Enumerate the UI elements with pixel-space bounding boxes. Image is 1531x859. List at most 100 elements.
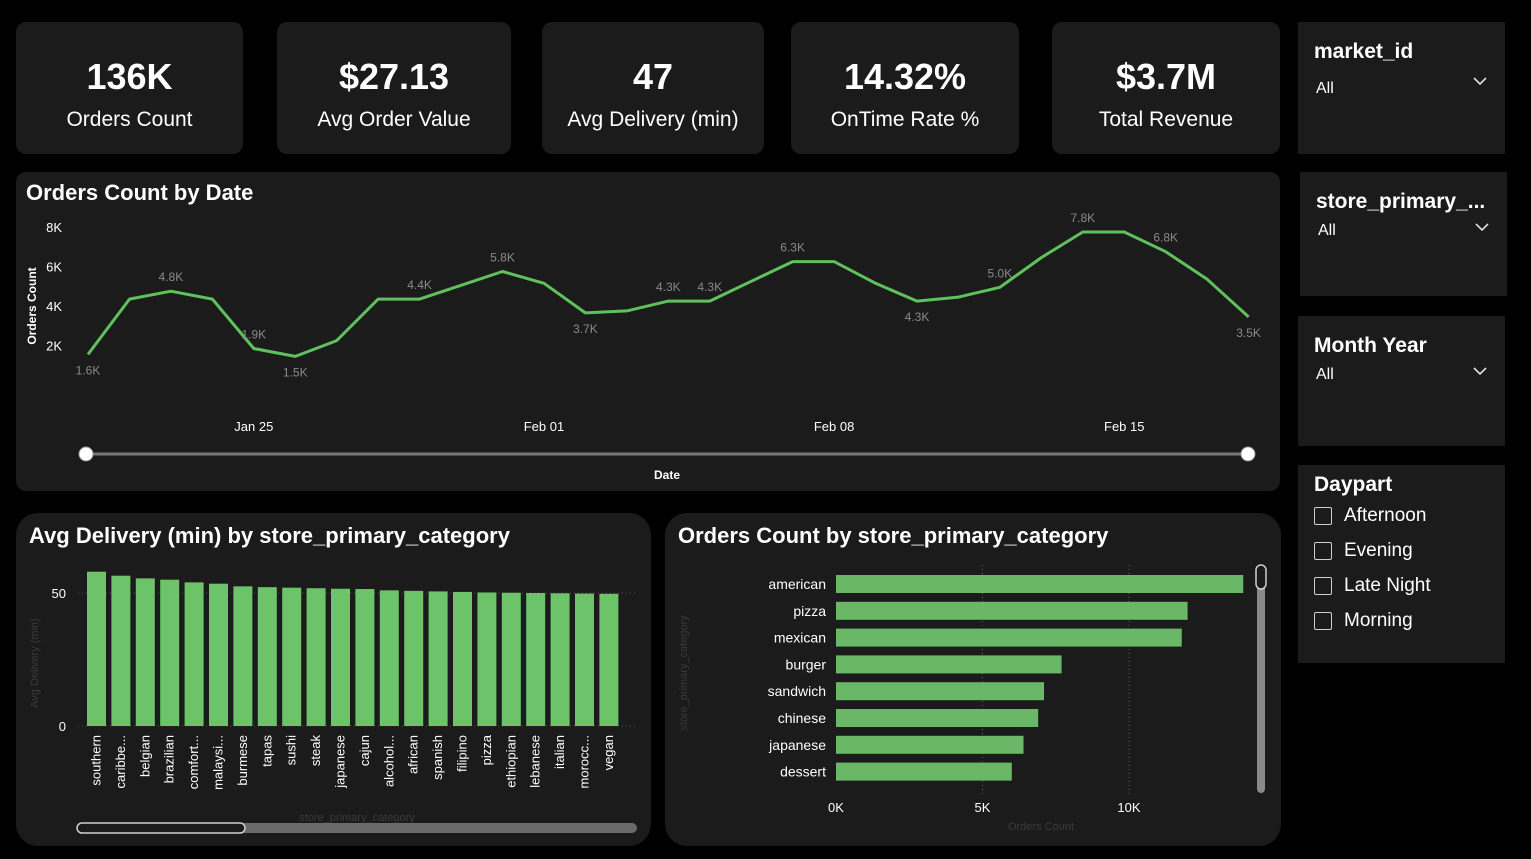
bar-sushi — [282, 587, 302, 726]
x-axis-title: Date — [654, 468, 680, 482]
bar-vegan — [599, 593, 619, 726]
bar-alcohol — [379, 590, 399, 726]
data-label: 1.6K — [76, 363, 101, 377]
bar-caribbe — [111, 575, 131, 726]
checkbox-icon[interactable] — [1314, 577, 1332, 595]
chevron-down-icon — [1473, 367, 1487, 376]
checkbox-label: Morning — [1344, 610, 1413, 631]
kpi-label: Avg Order Value — [317, 108, 471, 131]
x-tick-label: sushi — [284, 735, 299, 765]
x-tick-label: belgian — [137, 735, 152, 777]
slicer-dropdown[interactable]: All — [1300, 220, 1507, 260]
y-tick-label: 0 — [59, 719, 66, 734]
y-tick-label: 2K — [46, 339, 62, 354]
x-tick-label: ethiopian — [503, 735, 518, 788]
data-label: 4.8K — [159, 270, 184, 284]
x-tick-label: morocc... — [577, 735, 592, 788]
x-tick-label: cajun — [357, 735, 372, 766]
kpi-label: Orders Count — [66, 108, 193, 131]
bar-mexican — [836, 628, 1182, 647]
checkbox-evening[interactable]: Evening — [1314, 540, 1413, 562]
slicer-market-id: market_id All — [1298, 22, 1505, 154]
kpi-label: Total Revenue — [1098, 108, 1234, 131]
bar-chinese — [836, 709, 1039, 727]
data-label: 1.5K — [283, 365, 308, 379]
y-tick-label: 8K — [46, 220, 62, 235]
checkbox-label: Afternoon — [1344, 505, 1427, 526]
bar-japanese — [331, 588, 350, 726]
avg-delivery-by-category-chart: Avg Delivery (min) store_primary_categor… — [29, 571, 638, 834]
data-label: 4.3K — [697, 280, 722, 294]
orders-by-category-panel: Orders Count by store_primary_category s… — [665, 513, 1281, 846]
bar-brazilian — [160, 579, 180, 726]
bar-italian — [550, 593, 570, 726]
x-tick-label: african — [406, 735, 421, 774]
bar-sandwich — [836, 682, 1045, 701]
bar-burmese — [233, 586, 253, 726]
slicer-title: Daypart — [1314, 473, 1393, 496]
x-axis-title: Orders Count — [1008, 821, 1074, 833]
slicer-month-year: Month Year All — [1298, 316, 1505, 446]
bar-spanish — [428, 591, 448, 726]
x-tick-label: southern — [89, 735, 104, 786]
slicer-selected-value: All — [1318, 222, 1336, 239]
kpi-value: $27.13 — [338, 56, 450, 97]
bar-belgian — [135, 578, 155, 726]
date-range-slider-end-handle[interactable] — [1240, 446, 1256, 462]
y-tick-label: chinese — [778, 710, 826, 726]
checkbox-afternoon[interactable]: Afternoon — [1314, 505, 1426, 527]
checkbox-label: Late Night — [1344, 575, 1431, 596]
data-label: 4.4K — [407, 278, 432, 292]
chevron-down-icon — [1475, 223, 1489, 232]
slicer-dropdown[interactable]: All — [1298, 70, 1505, 110]
bar-dessert — [836, 762, 1012, 781]
orders-by-date-chart: Orders Count Date 8K 6K 4K 2K Jan 25 Feb 01 Fe… — [25, 211, 1261, 482]
slicer-selected-value: All — [1316, 80, 1334, 97]
bar-pizza — [836, 601, 1188, 620]
checkbox-morning[interactable]: Morning — [1314, 610, 1413, 632]
checkbox-late-night[interactable]: Late Night — [1314, 575, 1431, 597]
bar-steak — [306, 588, 326, 726]
bar-african — [404, 590, 424, 726]
vertical-scrollbar-thumb[interactable] — [1255, 564, 1267, 590]
x-tick-label: filipino — [455, 735, 470, 772]
kpi-avg-delivery: 47 Avg Delivery (min) — [542, 22, 764, 154]
y-axis-title: Orders Count — [25, 267, 39, 344]
bar-malaysi — [209, 583, 228, 726]
y-tick-label: sandwich — [768, 683, 826, 699]
kpi-avg-order-value: $27.13 Avg Order Value — [277, 22, 511, 154]
checkbox-icon[interactable] — [1314, 507, 1332, 525]
x-tick-label: comfort... — [186, 735, 201, 789]
y-tick-label: pizza — [793, 603, 826, 619]
y-tick-label: 50 — [52, 586, 66, 601]
data-label: 4.3K — [656, 280, 681, 294]
x-tick-label: caribbe... — [113, 735, 128, 788]
data-label: 6.8K — [1153, 231, 1178, 245]
slicer-selected-value: All — [1316, 366, 1334, 383]
x-tick-label: 10K — [1117, 800, 1140, 815]
orders-by-date-panel: Orders Count by Date Orders Count Date 8… — [16, 172, 1280, 491]
bar-american — [836, 575, 1244, 593]
date-range-slider-start-handle[interactable] — [78, 446, 94, 462]
data-label: 7.8K — [1070, 211, 1095, 225]
kpi-label: Avg Delivery (min) — [567, 108, 739, 131]
x-tick-label: Feb 15 — [1104, 419, 1144, 434]
vertical-scrollbar-track[interactable] — [1257, 565, 1265, 793]
y-tick-label: mexican — [774, 630, 826, 646]
kpi-value: 47 — [632, 56, 674, 97]
bar-pizza — [477, 592, 497, 726]
slicer-dropdown[interactable]: All — [1298, 360, 1505, 400]
bar-tapas — [257, 587, 277, 726]
bar-morocc — [575, 593, 594, 726]
kpi-orders-count: 136K Orders Count — [16, 22, 243, 154]
y-tick-label: japanese — [768, 737, 826, 753]
data-label: 3.5K — [1236, 326, 1261, 340]
checkbox-icon[interactable] — [1314, 612, 1332, 630]
x-tick-label: Feb 08 — [814, 419, 854, 434]
bar-comfort — [184, 582, 204, 726]
y-tick-label: 4K — [46, 299, 62, 314]
kpi-ontime-rate: 14.32% OnTime Rate % — [791, 22, 1019, 154]
horizontal-scrollbar-thumb[interactable] — [76, 822, 246, 834]
x-tick-label: tapas — [259, 735, 274, 767]
checkbox-icon[interactable] — [1314, 542, 1332, 560]
